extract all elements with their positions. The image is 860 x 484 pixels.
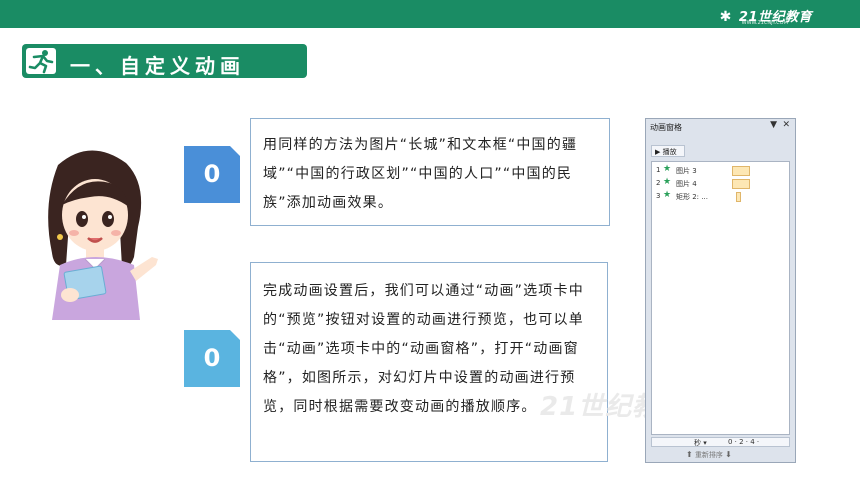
item-label: 图片 4 (676, 180, 697, 188)
cartoon-girl-illustration (30, 145, 162, 320)
animation-list: 1 ★ 图片 3 2 ★ 图片 4 3 ★ 矩形 2: ... (651, 161, 790, 435)
top-banner: ✱ 21世纪教育 WWW.21CNJY.COM (0, 0, 860, 28)
step-number-badge: 0 (184, 330, 240, 387)
move-down-icon[interactable]: ⬇ (725, 450, 732, 459)
section-header: 一、自定义动画 (22, 44, 307, 78)
runner-icon: ✱ (719, 9, 732, 25)
effect-star-icon: ★ (663, 190, 672, 200)
item-index: 2 (656, 179, 661, 187)
timeline-unit-dropdown[interactable]: 秒 ▾ (694, 438, 707, 448)
instruction-text-box: 完成动画设置后，我们可以通过“动画”选项卡中的“预览”按钮对设置的动画进行预览，… (250, 262, 608, 462)
step-number: 0 (203, 344, 221, 372)
site-logo: ✱ 21世纪教育 WWW.21CNJY.COM (719, 6, 812, 26)
animation-item[interactable]: 3 ★ 矩形 2: ... (656, 190, 786, 203)
close-icon[interactable]: ✕ (782, 120, 790, 130)
item-index: 1 (656, 166, 661, 174)
timeline-scale: 0 · 2 · 4 · (728, 438, 760, 446)
timeline-ruler: 秒 ▾ 0 · 2 · 4 · (651, 437, 790, 447)
item-label: 图片 3 (676, 167, 697, 175)
step-number: 0 (203, 160, 221, 188)
timing-bar[interactable] (732, 166, 750, 176)
runner-icon (26, 48, 56, 74)
folded-corner (230, 330, 240, 340)
folded-corner (230, 146, 240, 156)
section-title: 一、自定义动画 (70, 54, 245, 78)
animation-item[interactable]: 2 ★ 图片 4 (656, 177, 786, 190)
timing-bar[interactable] (732, 179, 750, 189)
play-button[interactable]: ▶ 播放 (651, 145, 685, 157)
pane-title: 动画窗格 (650, 123, 682, 132)
item-label: 矩形 2: ... (676, 193, 708, 201)
effect-star-icon: ★ (663, 177, 672, 187)
item-index: 3 (656, 192, 661, 200)
reorder-label: 重新排序 (694, 451, 723, 459)
effect-star-icon: ★ (663, 164, 672, 174)
timing-bar[interactable] (736, 192, 741, 202)
animation-pane: 动画窗格 ▼ ✕ ▶ 播放 1 ★ 图片 3 2 ★ 图片 4 3 ★ 矩形 2… (645, 118, 796, 463)
reorder-controls: ⬆ 重新排序 ⬇ (686, 450, 732, 460)
instruction-text-box: 用同样的方法为图片“长城”和文本框“中国的疆域”“中国的行政区划”“中国的人口”… (250, 118, 610, 226)
animation-item[interactable]: 1 ★ 图片 3 (656, 164, 786, 177)
instruction-text: 用同样的方法为图片“长城”和文本框“中国的疆域”“中国的行政区划”“中国的人口”… (263, 137, 578, 211)
logo-url: WWW.21CNJY.COM (741, 20, 788, 26)
move-up-icon[interactable]: ⬆ (686, 450, 693, 459)
step-number-badge: 0 (184, 146, 240, 203)
dropdown-arrow-icon[interactable]: ▼ (770, 120, 777, 130)
